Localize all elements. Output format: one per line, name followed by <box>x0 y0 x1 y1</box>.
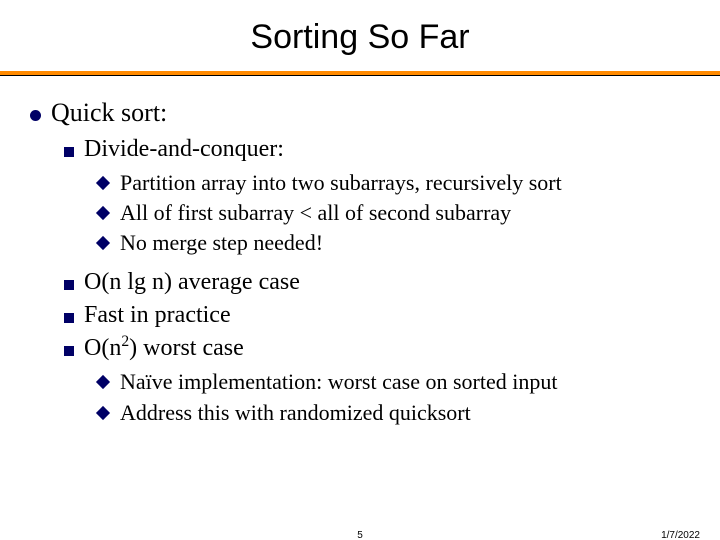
bullet-level3: Naïve implementation: worst case on sort… <box>98 368 690 396</box>
bullet-text: Naïve implementation: worst case on sort… <box>120 368 690 396</box>
diamond-bullet-icon <box>96 236 110 250</box>
bullet-text: Fast in practice <box>84 302 690 329</box>
bullet-level2: O(n lg n) average case <box>64 269 690 296</box>
circle-bullet-icon <box>30 110 41 121</box>
bullet-text: O(n lg n) average case <box>84 269 690 296</box>
bullet-text: Quick sort: <box>51 98 690 128</box>
text-part: ) worst case <box>129 335 244 361</box>
bullet-text: Address this with randomized quicksort <box>120 399 690 427</box>
square-bullet-icon <box>64 147 74 157</box>
diamond-bullet-icon <box>96 406 110 420</box>
bullet-text: No merge step needed! <box>120 229 690 257</box>
bullet-level2: O(n2) worst case <box>64 335 690 362</box>
diamond-bullet-icon <box>96 206 110 220</box>
bullet-text: Divide-and-conquer: <box>84 136 690 163</box>
superscript: 2 <box>121 333 129 350</box>
slide-title: Sorting So Far <box>0 0 720 71</box>
bullet-level2: Divide-and-conquer: <box>64 136 690 163</box>
footer-date: 1/7/2022 <box>661 530 700 540</box>
square-bullet-icon <box>64 346 74 356</box>
bullet-level2: Fast in practice <box>64 302 690 329</box>
spacer <box>30 259 690 265</box>
bullet-text: O(n2) worst case <box>84 335 690 362</box>
bullet-text: Partition array into two subarrays, recu… <box>120 169 690 197</box>
square-bullet-icon <box>64 313 74 323</box>
page-number: 5 <box>357 530 363 540</box>
bullet-text: All of first subarray < all of second su… <box>120 199 690 227</box>
slide-body: Quick sort: Divide-and-conquer: Partitio… <box>0 76 720 427</box>
slide: Sorting So Far Quick sort: Divide-and-co… <box>0 0 720 540</box>
bullet-level3: No merge step needed! <box>98 229 690 257</box>
bullet-level1: Quick sort: <box>30 98 690 128</box>
text-part: O(n <box>84 335 121 361</box>
bullet-level3: Address this with randomized quicksort <box>98 399 690 427</box>
square-bullet-icon <box>64 280 74 290</box>
bullet-level3: All of first subarray < all of second su… <box>98 199 690 227</box>
diamond-bullet-icon <box>96 375 110 389</box>
bullet-level3: Partition array into two subarrays, recu… <box>98 169 690 197</box>
diamond-bullet-icon <box>96 176 110 190</box>
